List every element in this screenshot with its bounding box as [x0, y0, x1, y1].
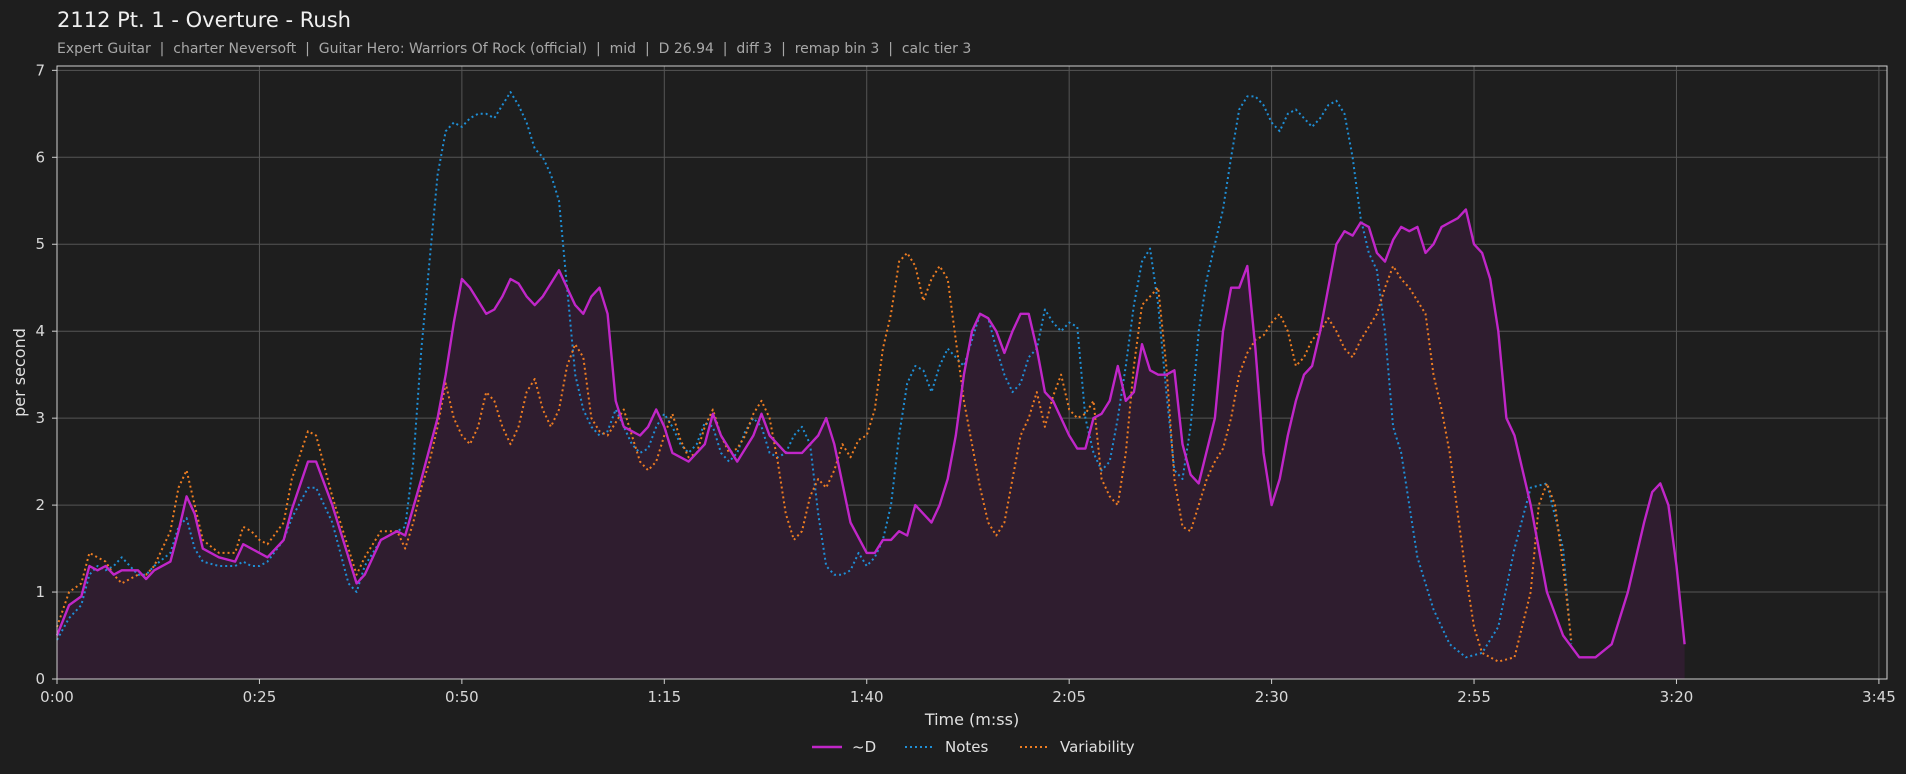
x-tick-label: 3:20	[1660, 688, 1694, 706]
x-tick-label: 0:25	[243, 688, 277, 706]
chart-series	[55, 91, 1686, 679]
x-tick-label: 2:55	[1457, 688, 1491, 706]
y-tick-label: 5	[35, 235, 45, 253]
y-tick-label: 6	[35, 148, 45, 166]
legend-label: ~D	[852, 738, 876, 756]
y-tick-label: 0	[35, 670, 45, 688]
d-area-fill	[57, 209, 1685, 679]
x-tick-label: 0:50	[445, 688, 479, 706]
x-tick-label: 2:05	[1052, 688, 1086, 706]
y-axis-label: per second	[10, 328, 29, 417]
chart-legend: ~D Notes Variability	[812, 738, 1135, 756]
x-tick-label: 3:45	[1862, 688, 1896, 706]
y-tick-label: 2	[35, 496, 45, 514]
x-axis-label: Time (m:ss)	[924, 710, 1019, 729]
x-tick-label: 2:30	[1255, 688, 1289, 706]
x-tick-label: 1:15	[647, 688, 681, 706]
y-tick-label: 3	[35, 409, 45, 427]
y-tick-label: 4	[35, 322, 45, 340]
legend-label: Variability	[1060, 738, 1135, 756]
y-tick-label: 1	[35, 583, 45, 601]
line-chart: 0:00 0:25 0:50 1:15 1:40 2:05 2:30 2:55 3:20 3:45…	[10, 61, 1896, 729]
x-tick-label: 1:40	[850, 688, 884, 706]
y-tick-label: 7	[35, 61, 45, 79]
x-tick-label: 0:00	[40, 688, 74, 706]
legend-label: Notes	[945, 738, 989, 756]
